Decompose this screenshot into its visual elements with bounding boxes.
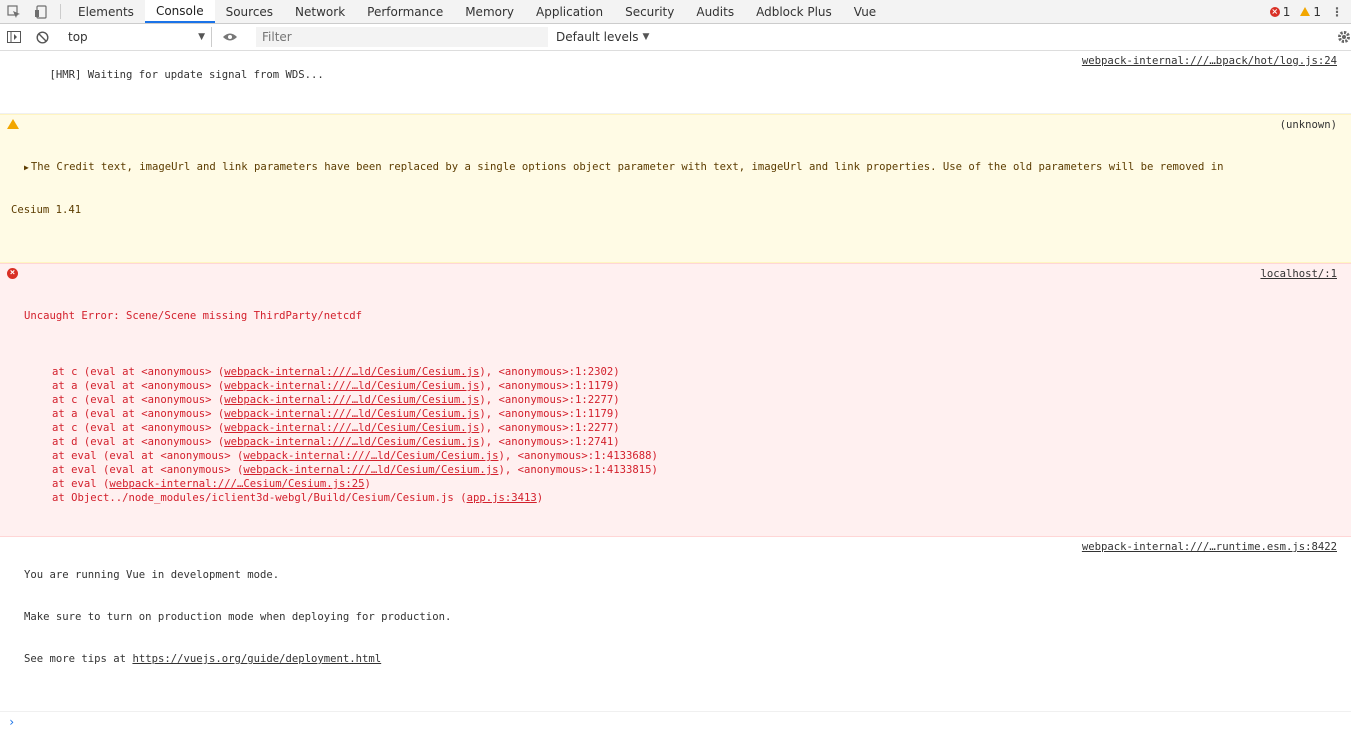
error-icon: × bbox=[1269, 6, 1280, 17]
frame-location: ), <anonymous>:1:2277) bbox=[479, 422, 620, 434]
console-toolbar: top ▼ Default levels ▼ bbox=[0, 24, 1351, 51]
frame-text: at c (eval at <anonymous> ( bbox=[52, 422, 225, 434]
log-levels-label: Default levels bbox=[556, 30, 639, 44]
source-link: (unknown) bbox=[1279, 119, 1337, 131]
frame-location: ), <anonymous>:1:2277) bbox=[479, 394, 620, 406]
vue-docs-link[interactable]: https://vuejs.org/guide/deployment.html bbox=[132, 653, 381, 665]
stack-frame: at c (eval at <anonymous> (webpack-inter… bbox=[24, 365, 1337, 379]
frame-source-link[interactable]: webpack-internal:///…ld/Cesium/Cesium.js bbox=[224, 366, 479, 378]
frame-text: at a (eval at <anonymous> ( bbox=[52, 380, 225, 392]
frame-text: at eval (eval at <anonymous> ( bbox=[52, 450, 244, 462]
error-count-badge[interactable]: × 1 bbox=[1269, 4, 1291, 19]
frame-text: at d (eval at <anonymous> ( bbox=[52, 436, 225, 448]
error-count: 1 bbox=[1282, 4, 1291, 19]
frame-source-link[interactable]: webpack-internal:///…ld/Cesium/Cesium.js bbox=[224, 422, 479, 434]
frame-source-link[interactable]: webpack-internal:///…ld/Cesium/Cesium.js bbox=[224, 394, 479, 406]
frame-text: at a (eval at <anonymous> ( bbox=[52, 408, 225, 420]
prompt-chevron-icon: › bbox=[8, 715, 16, 729]
expand-triangle-icon[interactable]: ▶ bbox=[24, 163, 29, 172]
tab-audits[interactable]: Audits bbox=[685, 0, 745, 23]
source-link[interactable]: localhost/:1 bbox=[1260, 267, 1337, 281]
stack-frame: at eval (webpack-internal:///…Cesium/Ces… bbox=[24, 477, 1337, 491]
device-toolbar-icon[interactable] bbox=[27, 0, 54, 23]
frame-text: at c (eval at <anonymous> ( bbox=[52, 366, 225, 378]
stack-frame: at a (eval at <anonymous> (webpack-inter… bbox=[24, 379, 1337, 393]
frame-location: ), <anonymous>:1:4133815) bbox=[498, 464, 658, 476]
tab-vue[interactable]: Vue bbox=[843, 0, 887, 23]
stack-frame: at d (eval at <anonymous> (webpack-inter… bbox=[24, 435, 1337, 449]
frame-location: ), <anonymous>:1:1179) bbox=[479, 380, 620, 392]
live-expression-eye-icon[interactable] bbox=[216, 24, 244, 50]
tab-performance[interactable]: Performance bbox=[356, 0, 454, 23]
message-text: [HMR] Waiting for update signal from WDS… bbox=[49, 69, 324, 81]
warning-count-badge[interactable]: 1 bbox=[1300, 5, 1321, 19]
vue-line1: You are running Vue in development mode. bbox=[24, 569, 280, 581]
stack-frame: at Object../node_modules/iclient3d-webgl… bbox=[24, 491, 1337, 505]
dropdown-arrow-icon: ▼ bbox=[642, 32, 650, 42]
frame-text: at Object../node_modules/iclient3d-webgl… bbox=[52, 492, 467, 504]
filter-input[interactable] bbox=[256, 27, 548, 47]
warning-text-line1: The Credit text, imageUrl and link param… bbox=[30, 161, 1224, 173]
context-selector[interactable]: top ▼ bbox=[62, 27, 212, 47]
context-label: top bbox=[68, 30, 88, 44]
tab-memory[interactable]: Memory bbox=[454, 0, 525, 23]
vue-line2: Make sure to turn on production mode whe… bbox=[24, 611, 452, 623]
frame-location: ) bbox=[364, 478, 371, 490]
tab-sources[interactable]: Sources bbox=[215, 0, 284, 23]
frame-source-link[interactable]: app.js:3413 bbox=[467, 492, 537, 504]
log-levels-dropdown[interactable]: Default levels ▼ bbox=[556, 30, 649, 44]
frame-source-link[interactable]: webpack-internal:///…ld/Cesium/Cesium.js bbox=[224, 436, 479, 448]
frame-location: ), <anonymous>:1:4133688) bbox=[498, 450, 658, 462]
frame-source-link[interactable]: webpack-internal:///…ld/Cesium/Cesium.js bbox=[224, 408, 479, 420]
log-message-hmr: [HMR] Waiting for update signal from WDS… bbox=[0, 51, 1351, 114]
warning-text-line2: Cesium 1.41 bbox=[11, 204, 82, 216]
source-link[interactable]: webpack-internal:///…bpack/hot/log.js:24 bbox=[1082, 54, 1337, 68]
stack-frame: at a (eval at <anonymous> (webpack-inter… bbox=[24, 407, 1337, 421]
warning-count: 1 bbox=[1313, 4, 1321, 19]
tab-console[interactable]: Console bbox=[144, 0, 215, 23]
sidebar-toggle-icon[interactable] bbox=[0, 24, 28, 50]
vue-line3-text: See more tips at bbox=[24, 653, 133, 665]
stack-trace: at c (eval at <anonymous> (webpack-inter… bbox=[24, 365, 1337, 505]
stack-frame: at c (eval at <anonymous> (webpack-inter… bbox=[24, 393, 1337, 407]
frame-text: at c (eval at <anonymous> ( bbox=[52, 394, 225, 406]
issue-counters[interactable]: × 1 1 ⋮ bbox=[1269, 0, 1351, 23]
stack-frame: at c (eval at <anonymous> (webpack-inter… bbox=[24, 421, 1337, 435]
console-messages: [HMR] Waiting for update signal from WDS… bbox=[0, 51, 1351, 729]
devtools-tabbar: Elements Console Sources Network Performance… bbox=[0, 0, 1351, 24]
frame-location: ), <anonymous>:1:2741) bbox=[479, 436, 620, 448]
frame-text: at eval (eval at <anonymous> ( bbox=[52, 464, 244, 476]
stack-frame: at eval (eval at <anonymous> (webpack-in… bbox=[24, 449, 1337, 463]
inspect-element-icon[interactable] bbox=[0, 0, 27, 23]
clear-console-icon[interactable] bbox=[28, 24, 56, 50]
source-link[interactable]: webpack-internal:///…runtime.esm.js:8422 bbox=[1082, 540, 1337, 554]
toolbar-divider bbox=[60, 4, 61, 19]
frame-location: ), <anonymous>:1:1179) bbox=[479, 408, 620, 420]
stack-frame: at eval (eval at <anonymous> (webpack-in… bbox=[24, 463, 1337, 477]
frame-location: ), <anonymous>:1:2302) bbox=[479, 366, 620, 378]
error-message: × Uncaught Error: Scene/Scene missing Th… bbox=[0, 263, 1351, 537]
frame-location: ) bbox=[536, 492, 544, 504]
frame-text: at eval ( bbox=[52, 478, 110, 490]
console-settings-gear-icon[interactable] bbox=[1337, 24, 1351, 50]
tab-elements[interactable]: Elements bbox=[67, 0, 145, 23]
warning-message: ▶ The Credit text, imageUrl and link para… bbox=[0, 114, 1351, 263]
tab-adblock-plus[interactable]: Adblock Plus bbox=[745, 0, 843, 23]
vue-dev-message: You are running Vue in development mode.… bbox=[0, 537, 1351, 712]
tab-network[interactable]: Network bbox=[284, 0, 356, 23]
frame-source-link[interactable]: webpack-internal:///…ld/Cesium/Cesium.js bbox=[243, 450, 498, 462]
warning-icon bbox=[7, 119, 19, 129]
console-prompt[interactable]: › bbox=[0, 712, 1351, 729]
frame-source-link[interactable]: webpack-internal:///…Cesium/Cesium.js:25 bbox=[109, 478, 364, 490]
panel-tabs: Elements Console Sources Network Performance… bbox=[67, 0, 887, 23]
error-title: Uncaught Error: Scene/Scene missing Thir… bbox=[24, 310, 363, 322]
frame-source-link[interactable]: webpack-internal:///…ld/Cesium/Cesium.js bbox=[224, 380, 479, 392]
warning-icon bbox=[1300, 7, 1311, 16]
tab-application[interactable]: Application bbox=[525, 0, 614, 23]
frame-source-link[interactable]: webpack-internal:///…ld/Cesium/Cesium.js bbox=[243, 464, 498, 476]
dropdown-arrow-icon: ▼ bbox=[198, 32, 205, 42]
tab-security[interactable]: Security bbox=[614, 0, 685, 23]
error-icon: × bbox=[7, 268, 18, 279]
more-options-icon[interactable]: ⋮ bbox=[1331, 5, 1343, 19]
